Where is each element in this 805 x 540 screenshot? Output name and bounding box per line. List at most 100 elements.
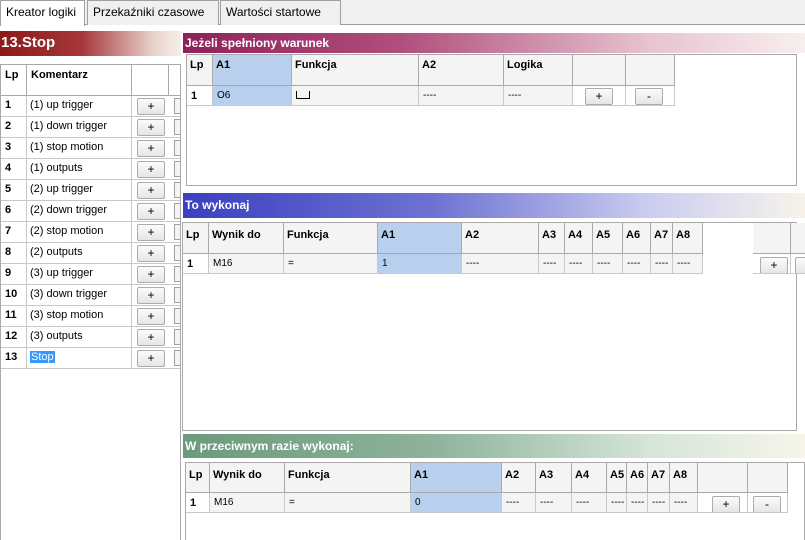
list-item-add-button[interactable]: +	[137, 140, 165, 157]
condition-cell-logika[interactable]: ----	[504, 86, 573, 106]
list-item-extra-button[interactable]	[174, 119, 180, 135]
else-cell-funkcja[interactable]: =	[285, 493, 411, 513]
else-remove-button[interactable]: -	[753, 496, 781, 512]
list-item-comment[interactable]: (3) stop motion	[27, 306, 132, 327]
then-cell-a3[interactable]: ----	[539, 254, 565, 274]
else-cell-a1[interactable]: 0	[411, 493, 502, 513]
list-item-extra-button[interactable]	[174, 308, 180, 324]
then-cell-a2[interactable]: ----	[462, 254, 539, 274]
condition-cell-a1[interactable]: O6	[213, 86, 292, 106]
list-item[interactable]: 9 (3) up trigger +	[1, 264, 180, 285]
falling-edge-icon	[296, 91, 310, 99]
then-cell-a5[interactable]: ----	[593, 254, 623, 274]
condition-table: Lp A1 Funkcja A2 Logika 1 O6 ---- ---- +…	[186, 54, 797, 186]
else-cell-a6[interactable]: ----	[627, 493, 648, 513]
condition-cell-a2[interactable]: ----	[419, 86, 504, 106]
else-cell-wynik-do[interactable]: M16	[210, 493, 285, 513]
list-item-add-button[interactable]: +	[137, 245, 165, 262]
else-cell-a2[interactable]: ----	[502, 493, 536, 513]
list-item-add-button[interactable]: +	[137, 161, 165, 178]
else-cell-lp: 1	[186, 493, 210, 513]
else-cell-a8[interactable]: ----	[670, 493, 698, 513]
then-cell-a1[interactable]: 1	[378, 254, 462, 274]
else-cell-a7[interactable]: ----	[648, 493, 670, 513]
list-item-extra-button[interactable]	[174, 140, 180, 156]
list-item-extra-button[interactable]	[174, 182, 180, 198]
else-cell-a5[interactable]: ----	[607, 493, 627, 513]
list-item-add-button[interactable]: +	[137, 308, 165, 325]
list-item-comment[interactable]: (1) stop motion	[27, 138, 132, 159]
list-item[interactable]: 7 (2) stop motion +	[1, 222, 180, 243]
logic-list-header: Lp Komentarz	[1, 65, 180, 96]
else-cell-add: +	[698, 493, 748, 513]
list-item-extra-button[interactable]	[174, 224, 180, 240]
then-cell-a6[interactable]: ----	[623, 254, 651, 274]
list-item-comment-text: (2) outputs	[30, 246, 83, 258]
list-item-add-button[interactable]: +	[137, 266, 165, 283]
list-item-extra-cell	[169, 348, 180, 369]
list-item-comment-text: (1) outputs	[30, 162, 83, 174]
list-item-add-button[interactable]: +	[137, 224, 165, 241]
list-item-add-button[interactable]: +	[137, 350, 165, 367]
list-item-comment[interactable]: (3) outputs	[27, 327, 132, 348]
list-item-comment[interactable]: (2) stop motion	[27, 222, 132, 243]
list-item-add-button[interactable]: +	[137, 182, 165, 199]
list-item-extra-cell	[169, 243, 180, 264]
then-cell-funkcja[interactable]: =	[284, 254, 378, 274]
list-item[interactable]: 4 (1) outputs +	[1, 159, 180, 180]
then-cell-a4[interactable]: ----	[565, 254, 593, 274]
condition-remove-button[interactable]: -	[635, 88, 663, 105]
list-item[interactable]: 3 (1) stop motion +	[1, 138, 180, 159]
then-cell-a7[interactable]: ----	[651, 254, 673, 274]
list-item-extra-button[interactable]	[174, 266, 180, 282]
list-item-add-button[interactable]: +	[137, 98, 165, 115]
else-add-button[interactable]: +	[712, 496, 740, 512]
tab-kreator-logiki[interactable]: Kreator logiki	[0, 0, 85, 26]
list-item-comment[interactable]: Stop	[27, 348, 132, 369]
else-cell-a4[interactable]: ----	[572, 493, 607, 513]
list-item[interactable]: 1 (1) up trigger +	[1, 96, 180, 117]
list-item-comment[interactable]: (1) outputs	[27, 159, 132, 180]
list-item[interactable]: 12 (3) outputs +	[1, 327, 180, 348]
list-item-extra-button[interactable]	[174, 329, 180, 345]
list-item-comment[interactable]: (2) up trigger	[27, 180, 132, 201]
list-item-lp: 10	[1, 285, 27, 306]
list-item[interactable]: 6 (2) down trigger +	[1, 201, 180, 222]
list-item-extra-button[interactable]	[174, 161, 180, 177]
list-item-extra-button[interactable]	[174, 203, 180, 219]
list-item-extra-button[interactable]	[174, 287, 180, 303]
then-add-button[interactable]: +	[760, 257, 788, 273]
list-item[interactable]: 10 (3) down trigger +	[1, 285, 180, 306]
list-item-add-button[interactable]: +	[137, 287, 165, 304]
list-item-extra-button[interactable]	[174, 98, 180, 114]
then-cell-a8[interactable]: ----	[673, 254, 703, 274]
logic-title: 13.Stop	[0, 31, 181, 56]
list-item-comment[interactable]: (1) up trigger	[27, 96, 132, 117]
list-item-extra-button[interactable]	[174, 245, 180, 261]
else-header-a3: A3	[536, 463, 572, 493]
condition-cell-funkcja[interactable]	[292, 86, 419, 106]
list-item-comment[interactable]: (3) up trigger	[27, 264, 132, 285]
list-item[interactable]: 13 Stop +	[1, 348, 180, 369]
list-item-extra-cell	[169, 327, 180, 348]
list-item-comment[interactable]: (3) down trigger	[27, 285, 132, 306]
list-item[interactable]: 11 (3) stop motion +	[1, 306, 180, 327]
condition-add-button[interactable]: +	[585, 88, 613, 105]
tab-przekazniki-czasowe[interactable]: Przekaźniki czasowe	[87, 0, 219, 25]
list-item-comment[interactable]: (2) outputs	[27, 243, 132, 264]
else-cell-a3[interactable]: ----	[536, 493, 572, 513]
list-item-extra-button[interactable]	[174, 350, 180, 366]
list-item-add-button[interactable]: +	[137, 203, 165, 220]
list-item[interactable]: 5 (2) up trigger +	[1, 180, 180, 201]
then-header-a5: A5	[593, 223, 623, 254]
list-item[interactable]: 2 (1) down trigger +	[1, 117, 180, 138]
list-item-comment-text: (2) up trigger	[30, 183, 93, 195]
list-item-add-button[interactable]: +	[137, 329, 165, 346]
tab-wartosci-startowe[interactable]: Wartości startowe	[220, 0, 341, 25]
then-remove-button[interactable]: -	[795, 257, 805, 273]
list-item-add-button[interactable]: +	[137, 119, 165, 136]
list-item-comment[interactable]: (2) down trigger	[27, 201, 132, 222]
list-item-comment[interactable]: (1) down trigger	[27, 117, 132, 138]
list-item[interactable]: 8 (2) outputs +	[1, 243, 180, 264]
then-cell-wynik-do[interactable]: M16	[209, 254, 284, 274]
